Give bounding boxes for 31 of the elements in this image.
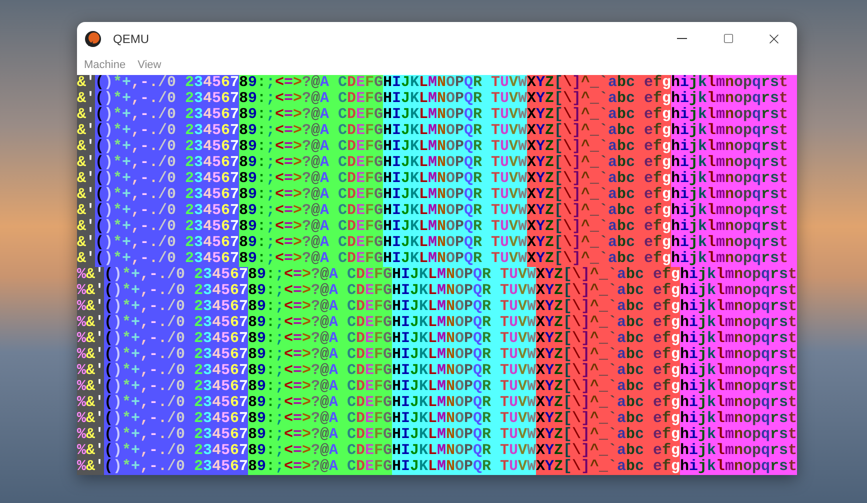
screen-text-line: &'()*+,-./0 23456789:;<=>?@A CDEFGHIJKLMNOPQR TUVWXYZ[\]^_`abc efghijklmnopqrst	[77, 155, 797, 171]
screen-text-line: %&'()*+,-./0 23456789:;<=>?@A CDEFGHIJKLMNOPQR TUVWXYZ[\]^_`abc efghijklmnopqrst	[77, 427, 797, 443]
maximize-icon	[722, 33, 734, 44]
screen-text-line: &'()*+,-./0 23456789:;<=>?@A CDEFGHIJKLMNOPQR TUVWXYZ[\]^_`abc efghijklmnopqrst	[77, 219, 797, 235]
menu-item[interactable]: View	[132, 56, 166, 74]
screen-text-line: &'()*+,-./0 23456789:;<=>?@A CDEFGHIJKLMNOPQR TUVWXYZ[\]^_`abc efghijklmnopqrst	[77, 251, 797, 267]
screen-text-line: %&'()*+,-./0 23456789:;<=>?@A CDEFGHIJKLMNOPQR TUVWXYZ[\]^_`abc efghijklmnopqrst	[77, 379, 797, 395]
screen-text-line: %&'()*+,-./0 23456789:;<=>?@A CDEFGHIJKLMNOPQR TUVWXYZ[\]^_`abc efghijklmnopqrst	[77, 315, 797, 331]
screen-text-line: &'()*+,-./0 23456789:;<=>?@A CDEFGHIJKLMNOPQR TUVWXYZ[\]^_`abc efghijklmnopqrst	[77, 187, 797, 203]
screen-text-line: %&'()*+,-./0 23456789:;<=>?@A CDEFGHIJKLMNOPQR TUVWXYZ[\]^_`abc efghijklmnopqrst	[77, 283, 797, 299]
screen-text-line: &'()*+,-./0 23456789:;<=>?@A CDEFGHIJKLMNOPQR TUVWXYZ[\]^_`abc efghijklmnopqrst	[77, 123, 797, 139]
screen-text-line: &'()*+,-./0 23456789:;<=>?@A CDEFGHIJKLMNOPQR TUVWXYZ[\]^_`abc efghijklmnopqrst	[77, 107, 797, 123]
menu-item[interactable]: Machine	[79, 56, 131, 74]
window-title: QEMU	[113, 30, 149, 48]
screen-text-line: %&'()*+,-./0 23456789:;<=>?@A CDEFGHIJKLMNOPQR TUVWXYZ[\]^_`abc efghijklmnopqrst	[77, 459, 797, 475]
screen-text-line: %&'()*+,-./0 23456789:;<=>?@A CDEFGHIJKLMNOPQR TUVWXYZ[\]^_`abc efghijklmnopqrst	[77, 395, 797, 411]
screen-text-line: &'()*+,-./0 23456789:;<=>?@A CDEFGHIJKLMNOPQR TUVWXYZ[\]^_`abc efghijklmnopqrst	[77, 203, 797, 219]
screen-text-line: %&'()*+,-./0 23456789:;<=>?@A CDEFGHIJKLMNOPQR TUVWXYZ[\]^_`abc efghijklmnopqrst	[77, 299, 797, 315]
screen-text-line: %&'()*+,-./0 23456789:;<=>?@A CDEFGHIJKLMNOPQR TUVWXYZ[\]^_`abc efghijklmnopqrst	[77, 331, 797, 347]
minimize-icon	[677, 38, 687, 39]
screen-text-line: %&'()*+,-./0 23456789:;<=>?@A CDEFGHIJKLMNOPQR TUVWXYZ[\]^_`abc efghijklmnopqrst	[77, 443, 797, 459]
screen-text-line: &'()*+,-./0 23456789:;<=>?@A CDEFGHIJKLMNOPQR TUVWXYZ[\]^_`abc efghijklmnopqrst	[77, 91, 797, 107]
screen-text-line: %&'()*+,-./0 23456789:;<=>?@A CDEFGHIJKLMNOPQR TUVWXYZ[\]^_`abc efghijklmnopqrst	[77, 347, 797, 363]
app-logo-icon	[84, 30, 102, 48]
screen-text-line: %&'()*+,-./0 23456789:;<=>?@A CDEFGHIJKLMNOPQR TUVWXYZ[\]^_`abc efghijklmnopqrst	[77, 363, 797, 379]
screen-text-line: %&'()*+,-./0 23456789:;<=>?@A CDEFGHIJKLMNOPQR TUVWXYZ[\]^_`abc efghijklmnopqrst	[77, 267, 797, 283]
screen-text-line: &'()*+,-./0 23456789:;<=>?@A CDEFGHIJKLMNOPQR TUVWXYZ[\]^_`abc efghijklmnopqrst	[77, 235, 797, 251]
screen-text-line: &'()*+,-./0 23456789:;<=>?@A CDEFGHIJKLMNOPQR TUVWXYZ[\]^_`abc efghijklmnopqrst	[77, 75, 797, 91]
screen-text-line: &'()*+,-./0 23456789:;<=>?@A CDEFGHIJKLMNOPQR TUVWXYZ[\]^_`abc efghijklmnopqrst	[77, 139, 797, 155]
screen-text-line: %&'()*+,-./0 23456789:;<=>?@A CDEFGHIJKLMNOPQR TUVWXYZ[\]^_`abc efghijklmnopqrst	[77, 411, 797, 427]
screen-text-line: &'()*+,-./0 23456789:;<=>?@A CDEFGHIJKLMNOPQR TUVWXYZ[\]^_`abc efghijklmnopqrst	[77, 171, 797, 187]
